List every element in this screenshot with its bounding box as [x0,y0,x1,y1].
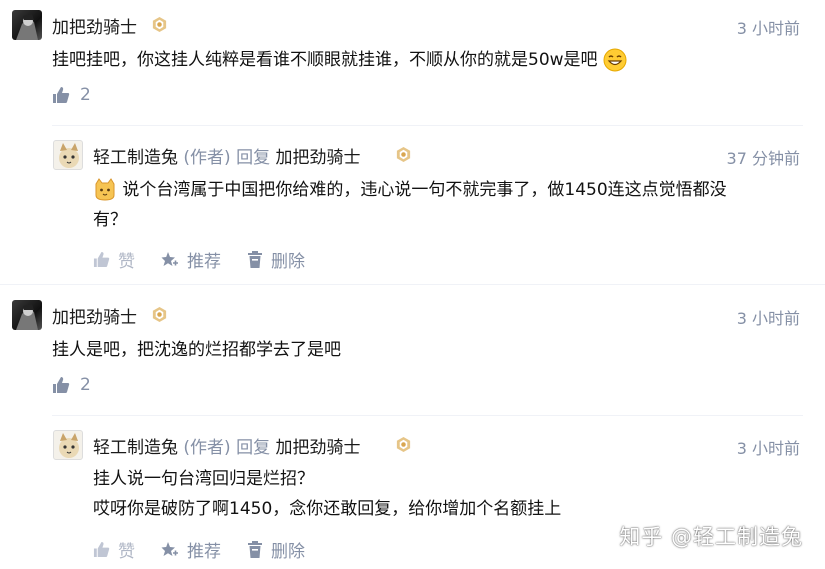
comment-time: 3 小时前 [736,19,800,38]
delete-button[interactable]: 删除 [247,537,305,562]
recommend-button[interactable]: 推荐 [161,537,221,562]
thumbs-up-icon [93,251,110,268]
star-icon [161,541,178,556]
grin-emoji-icon [603,48,627,72]
medal-badge-icon [396,436,411,453]
reply-text-line1: 挂人说一句台湾回归是烂招？ [93,469,314,489]
delete-label: 删除 [271,252,305,272]
reply-text-line2: 有？ [93,210,127,230]
reply-text-line2: 哎呀你是破防了啊1450，念你还敢回复，给你增加个名额挂上 [93,499,562,519]
trash-icon [248,251,262,268]
trash-icon [248,541,262,558]
reply-word: 回复 [236,148,271,168]
watermark: 知乎 @轻工制造兔 [619,525,803,549]
thumbs-up-icon [53,377,70,393]
reply-actions: 赞 推荐 删除 [93,247,331,272]
reply-word: 回复 [236,438,271,458]
author-name[interactable]: 加把劲骑士 [52,13,137,38]
like-count: 2 [80,375,91,395]
recommend-label: 推荐 [187,252,221,272]
avatar[interactable] [53,140,83,170]
comment-body: 挂吧挂吧，你这挂人纯粹是看谁不顺眼就挂谁，不顺从你的就是50w是吧 [52,50,598,70]
reply-actions: 赞 推荐 删除 [93,537,331,562]
medal-badge-icon [152,16,167,33]
reply-author: 轻工制造兔 (作者) 回复 加把劲骑士 [93,143,360,168]
like-button[interactable]: 2 [52,375,91,395]
reply-author: 轻工制造兔 (作者) 回复 加把劲骑士 [93,433,360,458]
avatar[interactable] [12,300,42,330]
divider [52,415,803,416]
like-button[interactable]: 赞 [93,247,135,272]
like-button[interactable]: 赞 [93,537,135,562]
reply-to-name[interactable]: 加把劲骑士 [275,148,360,168]
recommend-label: 推荐 [187,542,221,562]
like-label: 赞 [118,542,135,562]
star-icon [161,251,178,266]
reply-to-name[interactable]: 加把劲骑士 [275,438,360,458]
author-tag: (作者) [183,148,231,168]
author-name[interactable]: 轻工制造兔 [93,148,178,168]
author-tag: (作者) [183,438,231,458]
thumbs-up-icon [53,87,70,103]
divider [52,125,803,126]
like-label: 赞 [118,252,135,272]
reply-time: 3 小时前 [736,439,800,458]
medal-badge-icon [152,306,167,323]
like-button[interactable]: 2 [52,85,91,105]
author-name[interactable]: 加把劲骑士 [52,303,137,328]
like-count: 2 [80,85,91,105]
divider [0,284,825,285]
comment-time: 3 小时前 [736,309,800,328]
comment-text: 挂吧挂吧，你这挂人纯粹是看谁不顺眼就挂谁，不顺从你的就是50w是吧 [52,45,627,75]
reply-body-line1: 说个台湾属于中国把你给难的，违心说一句不就完事了，做1450连这点觉悟都没 [122,180,727,200]
reply-time: 37 分钟前 [726,149,800,168]
avatar[interactable] [53,430,83,460]
cat-emoji-icon [95,178,115,201]
thumbs-up-icon [93,541,110,558]
medal-badge-icon [396,146,411,163]
author-name[interactable]: 轻工制造兔 [93,438,178,458]
delete-button[interactable]: 删除 [247,247,305,272]
reply-text: 说个台湾属于中国把你给难的，违心说一句不就完事了，做1450连这点觉悟都没 [93,175,727,205]
delete-label: 删除 [271,542,305,562]
comment-text: 挂人是吧，把沈逸的烂招都学去了是吧 [52,340,341,360]
avatar[interactable] [12,10,42,40]
recommend-button[interactable]: 推荐 [161,247,221,272]
